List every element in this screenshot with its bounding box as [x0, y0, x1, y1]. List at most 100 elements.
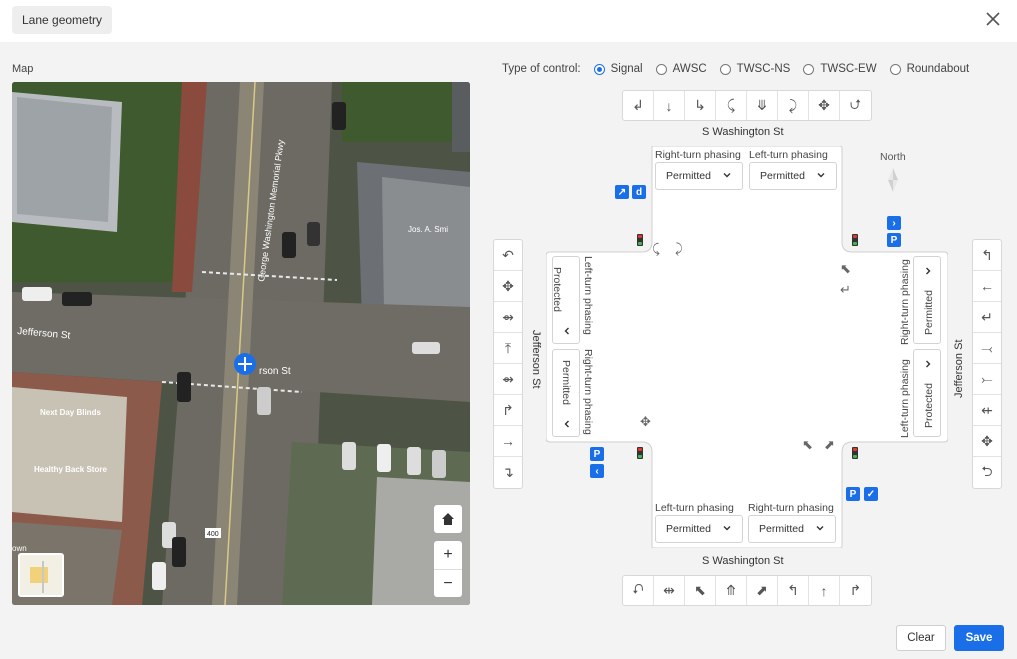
map-street-label: rson St	[259, 366, 291, 377]
lane-button[interactable]: ↲	[623, 91, 654, 120]
lane-button[interactable]: ↱	[840, 576, 871, 605]
radio-indicator[interactable]	[889, 63, 901, 75]
chevron-down-icon	[816, 526, 824, 531]
south-left-turn-label: Left-turn phasing	[655, 502, 734, 514]
zoom-out-button[interactable]: −	[434, 569, 462, 597]
overview-map-thumbnail[interactable]	[18, 553, 64, 597]
east-right-turn-label: Right-turn phasing	[899, 259, 911, 345]
street-label-west: Jefferson St	[530, 330, 542, 389]
chevron-right-icon	[926, 360, 931, 368]
lane-button[interactable]: ⤒	[494, 333, 522, 364]
radio-signal[interactable]: Signal	[593, 63, 643, 75]
lane-button[interactable]: ✥	[809, 91, 840, 120]
lane-button[interactable]: ↱	[494, 395, 522, 426]
radio-indicator[interactable]	[803, 63, 815, 75]
lane-button[interactable]: ⤚	[973, 364, 1001, 395]
lane-button[interactable]: ↓	[654, 91, 685, 120]
north-left-turn-select[interactable]: Permitted	[749, 162, 837, 190]
radio-label: Signal	[610, 63, 643, 75]
select-value: Permitted	[760, 170, 805, 182]
lane-button[interactable]: ⤋	[747, 91, 778, 120]
lane-arrow-icon: ⬉	[840, 261, 851, 276]
lane-button[interactable]: ↳	[685, 91, 716, 120]
map-label: Map	[12, 63, 34, 75]
map-business-label: Next Day Blinds	[40, 408, 101, 417]
south-right-turn-select[interactable]: Permitted	[748, 515, 836, 543]
lane-button[interactable]: ⬉	[685, 576, 716, 605]
tag-icon[interactable]: P	[846, 487, 860, 501]
lane-button[interactable]: →	[494, 426, 522, 457]
lane-button[interactable]: ✥	[973, 426, 1001, 457]
radio-roundabout[interactable]: Roundabout	[889, 63, 969, 75]
north-lane-buttons: ↲ ↓ ↳ ⤹ ⤋ ⤸ ✥ ⮍	[622, 90, 872, 121]
save-button[interactable]: Save	[954, 625, 1004, 651]
clear-button[interactable]: Clear	[896, 625, 946, 651]
street-label-north: S Washington St	[702, 126, 784, 138]
lane-arrow-icon: ⤸	[675, 241, 683, 256]
lane-button[interactable]: ✥	[494, 271, 522, 302]
lane-button[interactable]: ↑	[809, 576, 840, 605]
lane-arrow-icon: ⤹	[652, 241, 660, 256]
lane-button[interactable]: ↴	[494, 457, 522, 488]
zoom-in-button[interactable]: +	[434, 541, 462, 569]
satellite-map[interactable]: George Washington Memorial Pkwy Jefferso…	[12, 82, 470, 605]
tag-icon[interactable]: P	[590, 447, 604, 461]
west-left-turn-select[interactable]: Protected	[551, 256, 580, 344]
lane-button[interactable]: ⇷	[973, 395, 1001, 426]
east-right-turn-select[interactable]: Permitted	[913, 256, 941, 344]
lane-button[interactable]: ⇴	[494, 302, 522, 333]
select-value: Protected	[551, 267, 563, 312]
north-left-turn-label: Left-turn phasing	[749, 149, 828, 161]
radio-indicator[interactable]	[593, 63, 605, 75]
lane-button[interactable]: ⮏	[623, 576, 654, 605]
select-value: Permitted	[560, 360, 572, 405]
tag-icon[interactable]: d	[632, 185, 646, 199]
chevron-down-icon	[723, 526, 731, 531]
radio-indicator[interactable]	[655, 63, 667, 75]
radio-label: TWSC-EW	[820, 63, 877, 75]
radio-awsc[interactable]: AWSC	[655, 63, 707, 75]
map-business-label: Healthy Back Store	[34, 465, 107, 474]
street-label-south: S Washington St	[702, 555, 784, 567]
street-label-east: Jefferson St	[953, 339, 965, 399]
lane-button[interactable]: ⤊	[716, 576, 747, 605]
radio-twsc-ew[interactable]: TWSC-EW	[803, 63, 877, 75]
lane-button[interactable]: ←	[973, 271, 1001, 302]
chevron-left-icon	[564, 420, 569, 428]
lane-button[interactable]: ↶	[494, 240, 522, 271]
east-left-turn-label: Left-turn phasing	[899, 359, 911, 438]
west-right-turn-select[interactable]: Permitted	[552, 349, 580, 437]
chevron-right-icon	[926, 267, 931, 275]
radio-twsc-ns[interactable]: TWSC-NS	[719, 63, 790, 75]
lane-button[interactable]: ↵	[973, 302, 1001, 333]
west-left-turn-label: Left-turn phasing	[582, 256, 594, 335]
south-left-turn-select[interactable]: Permitted	[655, 515, 743, 543]
tag-icon[interactable]: ↗	[615, 185, 629, 199]
chevron-down-icon	[723, 173, 731, 178]
select-value: Protected	[923, 383, 935, 428]
radio-indicator[interactable]	[719, 63, 731, 75]
dialog-header: Lane geometry	[0, 0, 1017, 42]
lane-button[interactable]: ⇹	[654, 576, 685, 605]
north-right-turn-select[interactable]: Permitted	[655, 162, 743, 190]
lane-button[interactable]: ⤸	[778, 91, 809, 120]
tag-icon[interactable]: ‹	[590, 464, 604, 478]
lane-button[interactable]: ⤹	[716, 91, 747, 120]
close-icon[interactable]	[983, 9, 1003, 29]
lane-button[interactable]: ⮌	[973, 457, 1001, 488]
east-left-turn-select[interactable]: Protected	[913, 349, 941, 437]
lane-button[interactable]: ⤙	[973, 333, 1001, 364]
lane-button[interactable]: ⇴	[494, 364, 522, 395]
lane-button[interactable]: ↰	[973, 240, 1001, 271]
lane-button[interactable]: ⬈	[747, 576, 778, 605]
tag-icon[interactable]: P	[887, 233, 901, 247]
map-imagery: George Washington Memorial Pkwy Jefferso…	[12, 82, 470, 605]
tag-icon[interactable]: ✓	[864, 487, 878, 501]
east-lane-buttons: ↰ ← ↵ ⤙ ⤚ ⇷ ✥ ⮌	[972, 239, 1002, 489]
home-icon[interactable]	[434, 505, 462, 533]
control-type-row: Type of control: Signal AWSC TWSC-NS TWS…	[502, 63, 969, 75]
tag-icon[interactable]: ›	[887, 216, 901, 230]
lane-button[interactable]: ↰	[778, 576, 809, 605]
lane-button[interactable]: ⮍	[840, 91, 871, 120]
traffic-signal-icon	[852, 447, 858, 459]
